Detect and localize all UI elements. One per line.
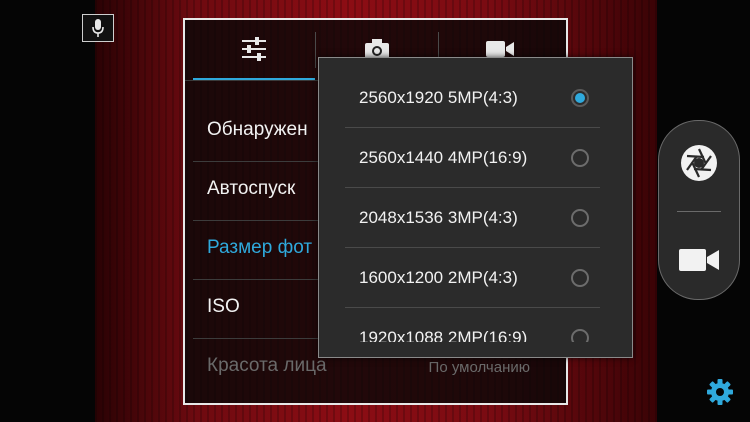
shutter-button[interactable] bbox=[675, 139, 723, 187]
list-item[interactable]: 2560x1920 5MP(4:3) bbox=[345, 68, 600, 128]
option-label: 2048x1536 3MP(4:3) bbox=[359, 208, 518, 227]
radio-button[interactable] bbox=[571, 149, 589, 167]
shutter-icon bbox=[681, 145, 717, 181]
sliders-icon bbox=[242, 37, 266, 61]
setting-label: Автоспуск bbox=[207, 178, 296, 199]
picture-size-popup: 2560x1920 5MP(4:3) 2560x1440 4MP(16:9) 2… bbox=[318, 57, 633, 358]
setting-label: Размер фот bbox=[207, 237, 313, 258]
voice-capture-button[interactable] bbox=[82, 14, 114, 42]
list-item[interactable]: 1920x1088 2MP(16:9) bbox=[345, 308, 600, 342]
controls-divider bbox=[677, 211, 721, 212]
option-label: 1600x1200 2MP(4:3) bbox=[359, 268, 518, 287]
video-camera-icon bbox=[486, 41, 514, 57]
radio-button[interactable] bbox=[571, 269, 589, 287]
setting-label: ISO bbox=[207, 296, 240, 317]
video-camera-icon bbox=[679, 249, 719, 271]
setting-label: Обнаружен bbox=[207, 119, 308, 140]
capture-controls bbox=[658, 120, 740, 300]
settings-button[interactable] bbox=[704, 376, 736, 408]
video-record-button[interactable] bbox=[675, 236, 723, 284]
picture-size-list: 2560x1920 5MP(4:3) 2560x1440 4MP(16:9) 2… bbox=[319, 68, 632, 342]
setting-value: По умолчанию bbox=[428, 359, 530, 376]
option-label: 2560x1920 5MP(4:3) bbox=[359, 88, 518, 107]
option-label: 1920x1088 2MP(16:9) bbox=[359, 328, 528, 342]
tab-general-settings[interactable] bbox=[193, 20, 315, 78]
microphone-icon bbox=[92, 19, 104, 37]
list-item[interactable]: 2048x1536 3MP(4:3) bbox=[345, 188, 600, 248]
radio-button-selected[interactable] bbox=[571, 89, 589, 107]
gear-icon bbox=[707, 379, 733, 405]
list-item[interactable]: 2560x1440 4MP(16:9) bbox=[345, 128, 600, 188]
radio-button[interactable] bbox=[571, 329, 589, 342]
left-bar bbox=[0, 0, 95, 422]
option-label: 2560x1440 4MP(16:9) bbox=[359, 148, 528, 167]
radio-button[interactable] bbox=[571, 209, 589, 227]
setting-label: Красота лица bbox=[207, 355, 327, 376]
list-item[interactable]: 1600x1200 2MP(4:3) bbox=[345, 248, 600, 308]
